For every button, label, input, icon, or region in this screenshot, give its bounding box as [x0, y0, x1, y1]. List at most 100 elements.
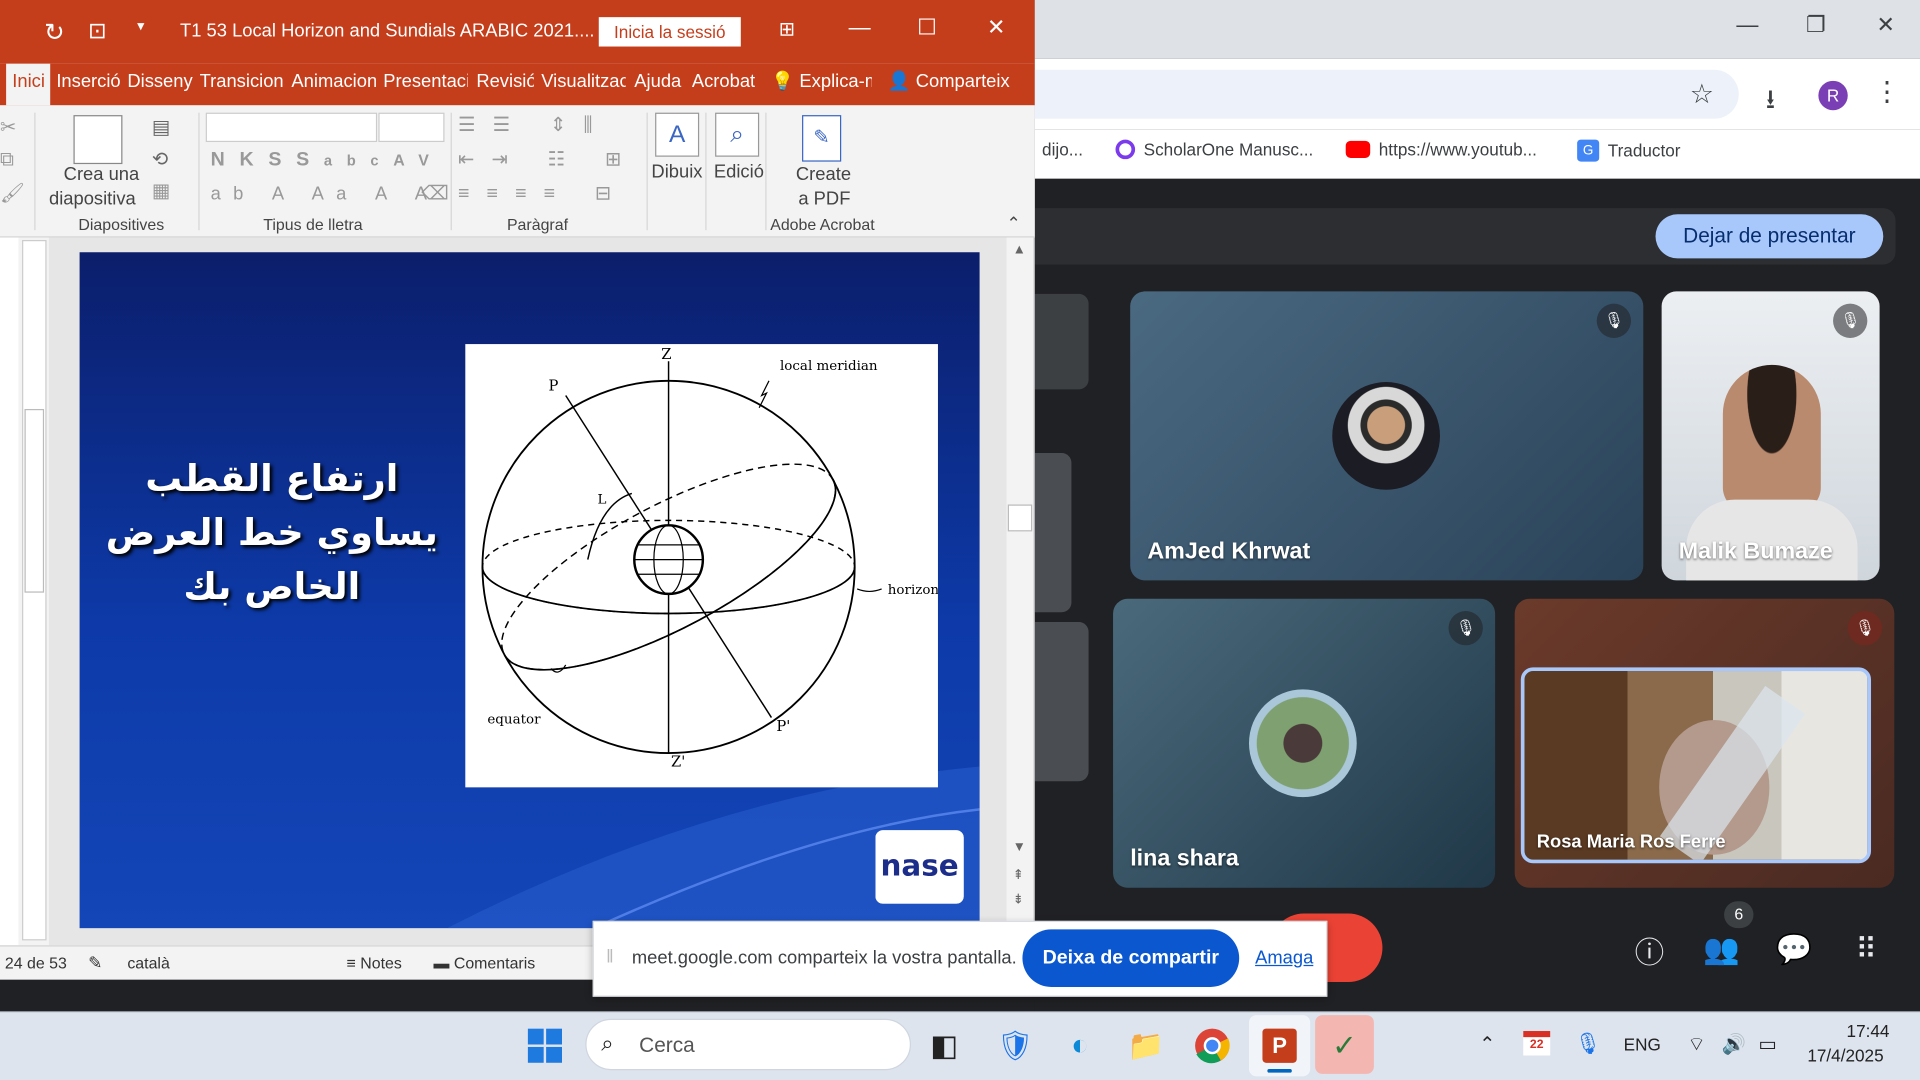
ribbon-display-icon[interactable]: ⊞ [779, 17, 795, 41]
scroll-thumb[interactable] [1007, 504, 1033, 532]
draw-icon[interactable]: A [655, 112, 700, 157]
info-icon[interactable]: ⓘ [1629, 928, 1671, 970]
chrome-icon[interactable] [1188, 1024, 1237, 1068]
chat-icon[interactable]: 💬 [1773, 928, 1815, 970]
maximize-icon[interactable]: ☐ [917, 15, 937, 41]
cut-icon[interactable]: ✂ [0, 115, 16, 139]
share-button[interactable]: 👤 Comparteix [888, 64, 1023, 106]
defender-icon[interactable]: 🛡 [991, 1024, 1040, 1068]
scroll-up-icon[interactable]: ▲ [1013, 242, 1026, 257]
activities-icon[interactable]: ⠿ [1845, 928, 1887, 970]
language-indicator[interactable]: català [127, 954, 169, 972]
bookmark-item[interactable]: dijo... [1042, 140, 1083, 160]
tab-transicions[interactable]: Transicions [200, 64, 284, 106]
scroll-down-icon[interactable]: ▼ [1013, 840, 1026, 855]
drag-handle-icon[interactable]: ‖ [606, 947, 614, 968]
minimize-icon[interactable]: — [1729, 12, 1766, 38]
minimize-icon[interactable]: — [849, 15, 871, 41]
stop-presenting-button[interactable]: Dejar de presentar [1655, 214, 1884, 259]
clear-format-icon[interactable]: ⌫ [421, 181, 449, 205]
qat-dropdown-icon[interactable]: ▾ [137, 17, 144, 34]
stop-sharing-button[interactable]: Deixa de compartir [1022, 929, 1240, 987]
tab-acrobat[interactable]: Acrobat [692, 64, 757, 106]
tab-inici[interactable]: Inici [6, 63, 51, 106]
clock-date[interactable]: 17/4/2025 [1807, 1046, 1883, 1066]
participant-tile[interactable]: 🎙 Malik Bumaze [1661, 291, 1880, 581]
download-icon[interactable]: ⭳ [1766, 78, 1775, 125]
microphone-icon[interactable]: 🎙 [1575, 1032, 1601, 1056]
bookmark-item[interactable]: ScholarOne Manusc... [1115, 139, 1313, 160]
thumbnail-scroll-thumb[interactable] [24, 408, 45, 593]
share-message: meet.google.com comparteix la vostra pan… [631, 947, 1017, 969]
task-view-icon[interactable]: ◧ [920, 1024, 969, 1068]
notes-button[interactable]: ≡ Notes [347, 954, 402, 972]
create-pdf-label[interactable]: Create [796, 164, 851, 185]
bookmark-item[interactable]: G Traductor [1577, 139, 1680, 162]
spellcheck-icon[interactable]: ✎ [88, 953, 102, 974]
wifi-icon[interactable]: ⌔ [1687, 1032, 1705, 1056]
tab-revisio[interactable]: Revisió [476, 64, 534, 106]
section-icon[interactable]: ▦ [152, 179, 171, 203]
start-icon[interactable] [520, 1024, 569, 1068]
slide-scrollbar[interactable]: ▲ ▼ ⇞ ⇟ [1006, 237, 1034, 946]
close-icon[interactable]: ✕ [1867, 12, 1904, 38]
tab-presentacio[interactable]: Presentació [383, 64, 467, 106]
new-slide-label[interactable]: diapositiva [49, 189, 136, 210]
font-color-buttons[interactable]: ab A Aa A A [211, 184, 440, 205]
new-slide-label[interactable]: Crea una [64, 164, 140, 185]
present-icon[interactable]: ⊡ [88, 18, 106, 44]
font-format-buttons[interactable]: NKSSabcAV [211, 149, 444, 171]
search-icon[interactable]: ⌕ [715, 112, 760, 157]
calendar-icon[interactable]: 22 [1523, 1031, 1551, 1056]
participant-tile[interactable]: 🎙 AmJed Khrwat [1130, 291, 1644, 581]
next-slide-icon[interactable]: ⇟ [1013, 891, 1024, 908]
reset-icon[interactable]: ⟲ [152, 147, 168, 171]
tell-me-box[interactable]: 💡 Explica-m [771, 64, 871, 106]
address-bar[interactable] [1034, 69, 1739, 119]
battery-icon[interactable]: ▭ [1758, 1032, 1777, 1056]
font-name-combo[interactable] [205, 112, 378, 143]
draw-button[interactable]: Dibuix [651, 162, 702, 183]
format-painter-icon[interactable]: 🖌 [0, 181, 25, 205]
comments-button[interactable]: ▬ Comentaris [433, 954, 535, 972]
tab-ajuda[interactable]: Ajuda [634, 64, 683, 106]
prev-slide-icon[interactable]: ⇞ [1013, 867, 1024, 883]
copy-icon[interactable]: ⧉ [0, 149, 14, 171]
layout-icon[interactable]: ▤ [152, 115, 171, 139]
tray-overflow-icon[interactable]: ⌃ [1479, 1032, 1495, 1056]
participant-name: Rosa Maria Ros Ferre [1536, 831, 1726, 853]
tab-visualitzacio[interactable]: Visualització [541, 64, 625, 106]
sign-in-button[interactable]: Inicia la sessió [598, 17, 741, 47]
restore-icon[interactable]: ❐ [1798, 12, 1835, 38]
volume-icon[interactable]: 🔊 [1722, 1032, 1746, 1056]
indent-buttons[interactable]: ⇤⇥ ☷ ⊞ [458, 147, 639, 171]
undo-icon[interactable]: ↻ [44, 17, 65, 48]
tab-disseny[interactable]: Disseny [127, 64, 193, 106]
powerpoint-icon[interactable]: P [1255, 1024, 1304, 1068]
tab-animacions[interactable]: Animacions [291, 64, 375, 106]
hide-link[interactable]: Amaga [1255, 948, 1313, 969]
active-app-indicator [1267, 1068, 1292, 1073]
bookmark-star-icon[interactable]: ☆ [1690, 78, 1714, 110]
arabic-line: ارتفاع القطب [145, 457, 399, 501]
font-size-combo[interactable] [378, 112, 445, 143]
participant-tile[interactable]: 🎙 lina shara [1113, 598, 1496, 888]
clock-time[interactable]: 17:44 [1847, 1021, 1890, 1041]
chrome-menu-icon[interactable]: ⋮ [1873, 76, 1900, 108]
tab-insercio[interactable]: Inserció [56, 64, 120, 106]
editing-button[interactable]: Edició [714, 162, 764, 183]
create-pdf-label[interactable]: a PDF [798, 189, 850, 210]
bookmark-item[interactable]: https://www.youtub... [1345, 140, 1537, 159]
file-explorer-icon[interactable]: 📁 [1122, 1024, 1171, 1068]
profile-avatar[interactable]: R [1818, 80, 1848, 111]
people-icon[interactable]: 👥 [1701, 928, 1743, 970]
edge-icon[interactable]: ◐ [1056, 1024, 1105, 1068]
list-buttons[interactable]: ☰☰ ⇕⫼ [458, 113, 610, 137]
close-icon[interactable]: ✕ [987, 15, 1005, 41]
language-indicator[interactable]: ENG [1624, 1035, 1661, 1055]
taskbar-search[interactable]: ⌕ Cerca [585, 1018, 912, 1071]
align-buttons[interactable]: ≡≡≡≡ ⊟ [458, 181, 628, 205]
collapse-ribbon-icon[interactable]: ⌃ [1007, 213, 1021, 234]
new-slide-icon[interactable] [73, 115, 123, 165]
pdf-icon[interactable]: ✎ [802, 115, 842, 162]
